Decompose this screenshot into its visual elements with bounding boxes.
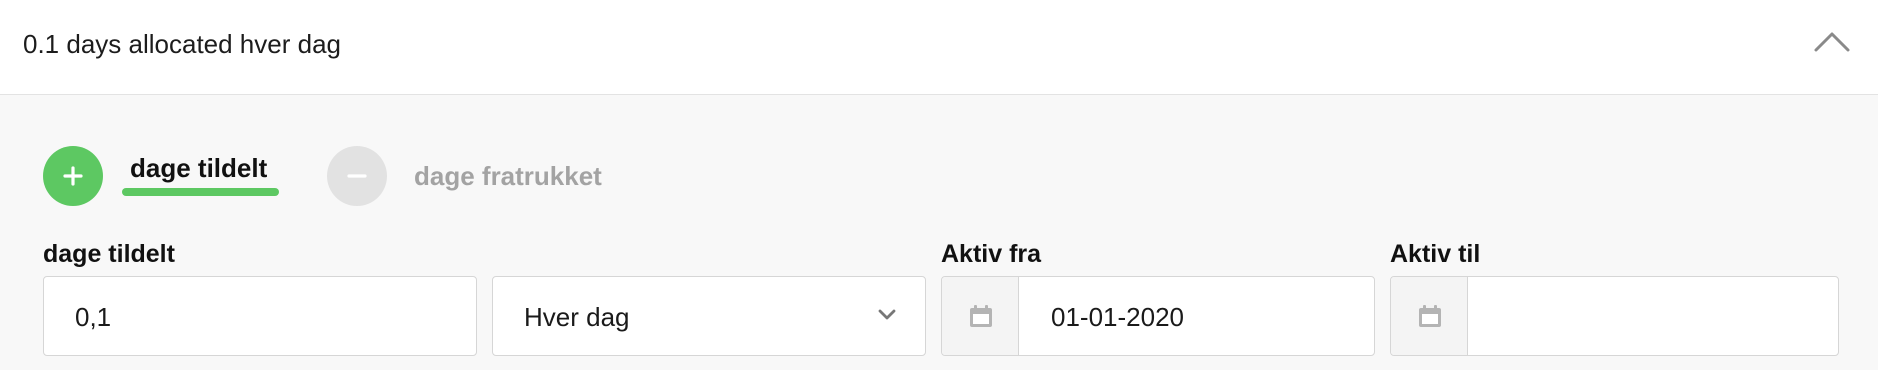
subtract-days-button[interactable] [327,146,387,206]
amount-field[interactable]: 0,1 [43,276,477,356]
active-from-calendar-button[interactable] [942,277,1019,355]
calendar-icon [1419,305,1441,327]
amount-value: 0,1 [75,302,112,332]
active-from-value: 01-01-2020 [1051,302,1184,332]
frequency-select[interactable]: Hver dag [492,276,926,356]
plus-icon [63,166,83,186]
active-from-field[interactable]: 01-01-2020 [941,276,1375,356]
amount-label: dage tildelt [43,240,175,268]
chevron-down-icon [878,309,896,320]
active-tab-indicator [122,188,279,196]
active-to-field[interactable] [1390,276,1839,356]
chevron-up-icon[interactable] [1812,26,1852,56]
add-days-button[interactable] [43,146,103,206]
rule-header[interactable]: 0.1 days allocated hver dag [0,0,1878,95]
rule-title: 0.1 days allocated hver dag [23,29,341,59]
calendar-icon [970,305,992,327]
minus-icon [347,174,367,178]
active-from-label: Aktiv fra [941,240,1042,268]
frequency-selected: Hver dag [524,302,630,332]
tab-days-deducted[interactable]: dage fratrukket [414,161,602,192]
active-to-label: Aktiv til [1390,240,1481,268]
tab-days-allocated[interactable]: dage tildelt [130,153,267,184]
active-to-calendar-button[interactable] [1391,277,1468,355]
